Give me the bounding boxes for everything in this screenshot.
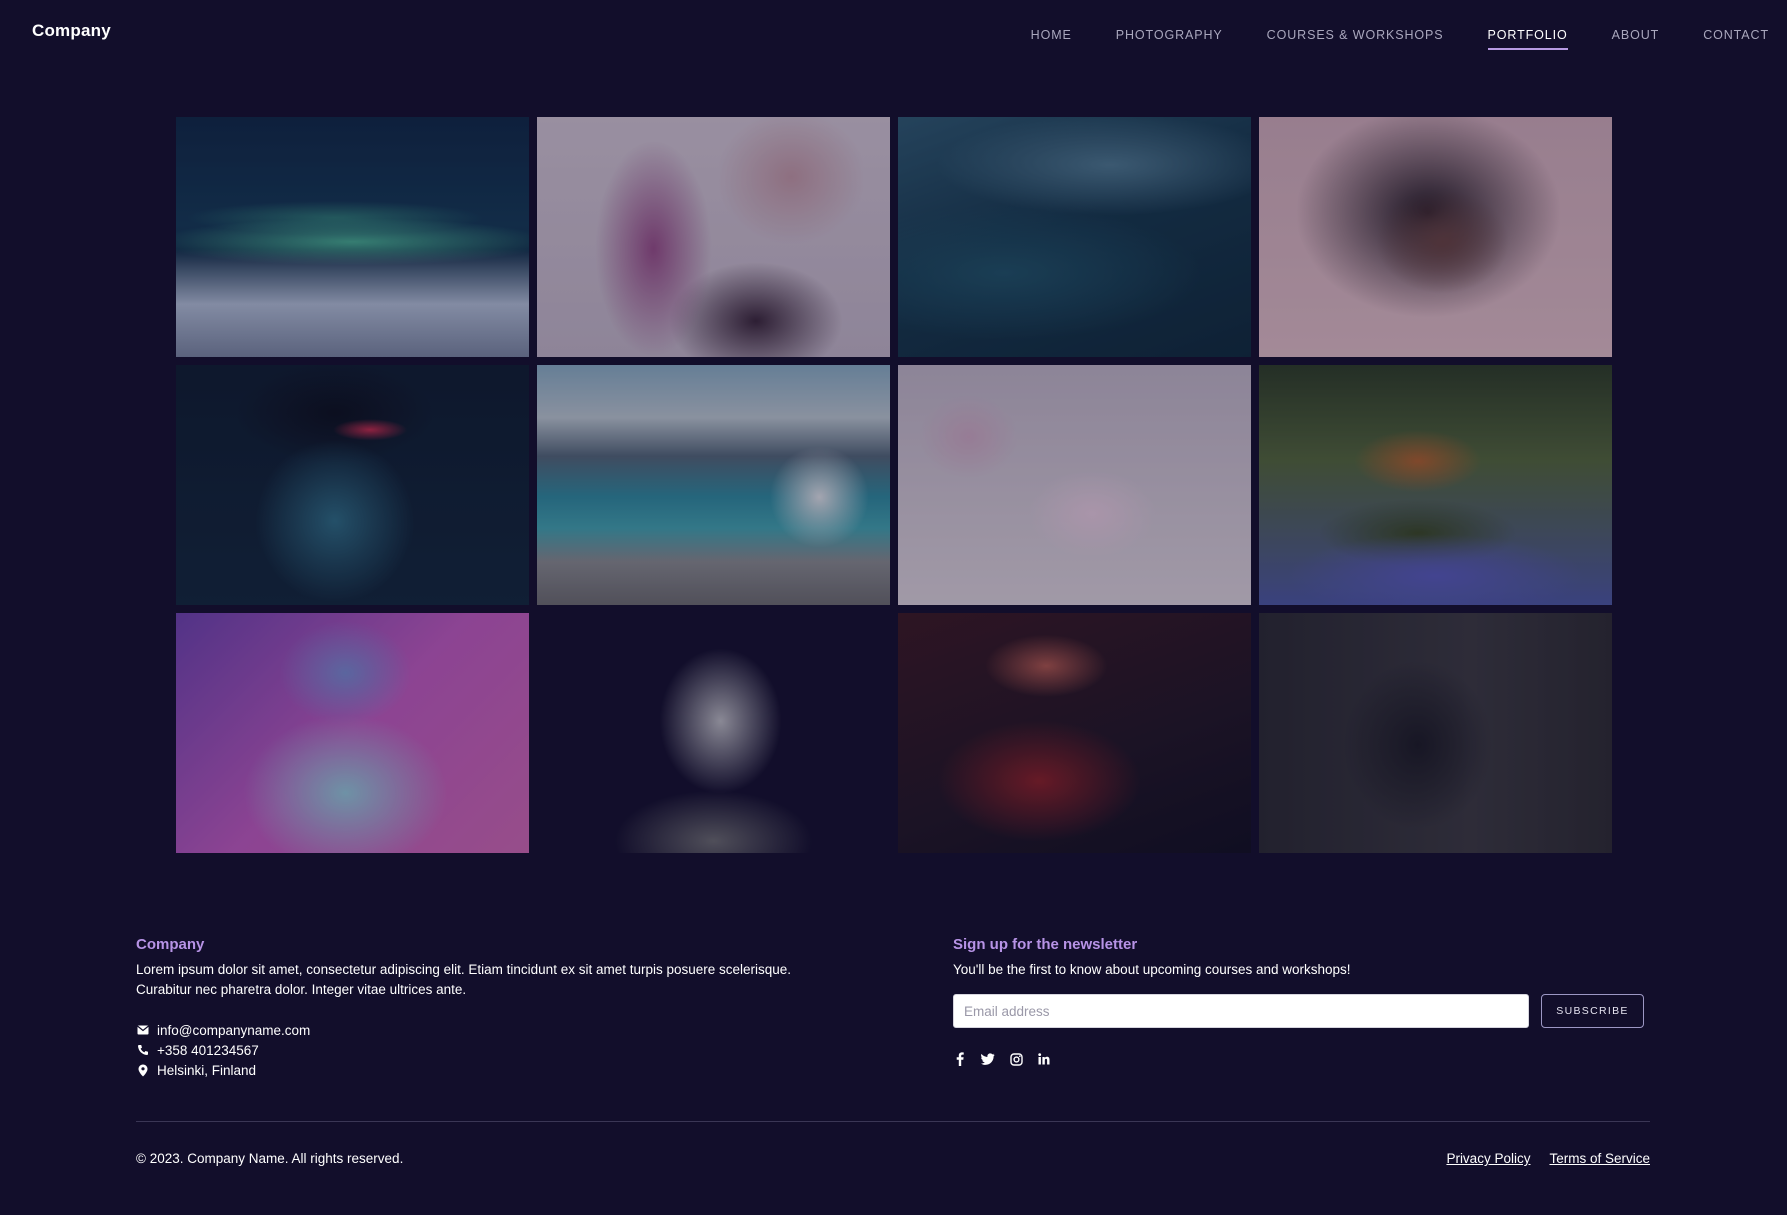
twitter-icon[interactable] [981,1052,995,1066]
terms-of-service-link[interactable]: Terms of Service [1549,1151,1650,1166]
linkedin-icon[interactable] [1037,1052,1051,1066]
newsletter-email-input[interactable] [953,994,1529,1028]
gallery-image-woman-curly-hair[interactable] [1259,117,1612,357]
contact-location: Helsinki, Finland [136,1060,816,1080]
gallery-image-woman-sunglasses[interactable] [176,365,529,605]
copyright-text: © 2023. Company Name. All rights reserve… [136,1151,404,1166]
newsletter-text: You'll be the first to know about upcomi… [953,962,1351,977]
footer-company-heading: Company [136,936,205,953]
envelope-icon [136,1025,149,1035]
facebook-icon[interactable] [953,1052,967,1066]
contact-email[interactable]: info@companyname.com [136,1020,816,1040]
gallery-image-neon-portrait[interactable] [176,613,529,853]
gallery-image-dog-forest[interactable] [1259,365,1612,605]
contact-phone-text: +358 401234567 [157,1042,259,1058]
nav-contact[interactable]: CONTACT [1703,28,1769,50]
main-nav: HOME PHOTOGRAPHY COURSES & WORKSHOPS POR… [1031,28,1769,50]
contact-location-text: Helsinki, Finland [157,1062,257,1078]
brand-logo[interactable]: Company [32,21,111,41]
newsletter-form: SUBSCRIBE [953,994,1653,1028]
nav-home[interactable]: HOME [1031,28,1072,50]
social-links [953,1052,1653,1066]
gallery-image-dog-lake[interactable] [537,365,890,605]
instagram-icon[interactable] [1009,1052,1023,1066]
subscribe-button[interactable]: SUBSCRIBE [1541,994,1644,1028]
newsletter-heading: Sign up for the newsletter [953,936,1138,953]
gallery-image-aurora[interactable] [176,117,529,357]
footer-divider [136,1121,1650,1122]
map-pin-icon [136,1064,149,1077]
phone-icon [136,1044,149,1056]
contact-phone[interactable]: +358 401234567 [136,1040,816,1060]
site-header: Company HOME PHOTOGRAPHY COURSES & WORKS… [0,0,1787,70]
contact-list: info@companyname.com +358 401234567 Hels… [136,1020,816,1080]
gallery-image-pink-flower[interactable] [898,365,1251,605]
footer-company-description: Lorem ipsum dolor sit amet, consectetur … [136,962,792,997]
gallery-image-woman-braid[interactable] [537,117,890,357]
gallery-image-bw-portrait[interactable] [537,613,890,853]
contact-email-text: info@companyname.com [157,1022,311,1038]
nav-courses-workshops[interactable]: COURSES & WORKSHOPS [1267,28,1444,50]
footer-newsletter: Sign up for the newsletter You'll be the… [953,936,1653,1066]
footer-company: Company Lorem ipsum dolor sit amet, cons… [136,936,816,1080]
gallery-image-man-steps[interactable] [1259,613,1612,853]
gallery-image-ocean-wave[interactable] [898,117,1251,357]
gallery-image-red-coat[interactable] [898,613,1251,853]
nav-photography[interactable]: PHOTOGRAPHY [1116,28,1223,50]
portfolio-gallery [176,117,1612,853]
nav-portfolio[interactable]: PORTFOLIO [1487,28,1568,50]
nav-about[interactable]: ABOUT [1612,28,1660,50]
legal-links: Privacy Policy Terms of Service [1446,1151,1650,1166]
privacy-policy-link[interactable]: Privacy Policy [1446,1151,1530,1166]
